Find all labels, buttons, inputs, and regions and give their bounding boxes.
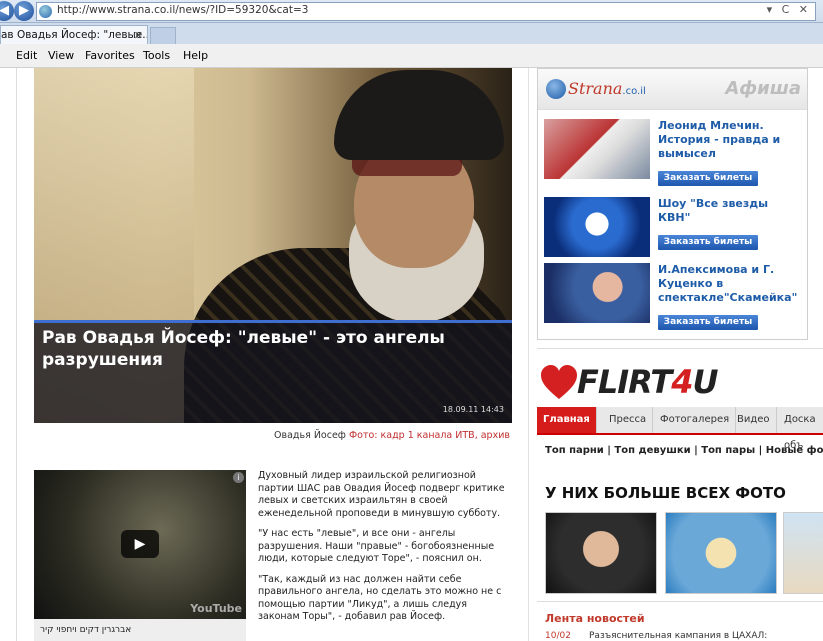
hero-caption: Рав Овадья Йосеф: "левые" - это ангелы р… (34, 320, 512, 423)
flirt4u-widget: FLIRT4U Главная Пресса Фотогалерея Видео… (537, 348, 823, 641)
most-photos-heading: У НИХ БОЛЬШЕ ВСЕХ ФОТО (545, 484, 786, 502)
video-title[interactable]: אברגרין דקים ויחפוי קיר (34, 619, 246, 641)
forward-button[interactable]: ▶ (14, 1, 34, 21)
news-date: 10/02 (545, 631, 571, 641)
tab-title: ав Овадья Йосеф: "левые... (1, 29, 148, 41)
globe-icon (546, 79, 566, 99)
afisha-item: И.Апексимова и Г. Куценко в спектакле"Ск… (544, 263, 802, 330)
hero-image[interactable]: Рав Овадья Йосеф: "левые" - это ангелы р… (34, 68, 512, 423)
afisha-item: Шоу "Все звезды КВН" Заказать билеты (544, 197, 802, 261)
news-item[interactable]: Разъяснительная кампания в ЦАХАЛ: (589, 631, 767, 641)
news-feed: Лента новостей 10/02 Разъяснительная кам… (537, 601, 823, 641)
menu-favorites[interactable]: Favorites (85, 49, 135, 62)
menu-edit[interactable]: Edit (16, 49, 37, 62)
close-tab-icon[interactable]: ✕ (134, 26, 143, 45)
article-paragraph: Духовный лидер израильской религиозной п… (258, 470, 505, 519)
hero-date: 18.09.11 14:43 (442, 405, 504, 414)
afisha-item-image[interactable] (544, 119, 650, 179)
divider (528, 68, 529, 641)
afisha-item-image[interactable] (544, 263, 650, 323)
afisha-item-title[interactable]: Леонид Млечин. История - правда и вымысе… (658, 119, 802, 161)
tab-video[interactable]: Видео (731, 407, 777, 433)
buy-tickets-button[interactable]: Заказать билеты (658, 315, 758, 330)
tab-main[interactable]: Главная (537, 407, 597, 433)
menu-bar: Edit View Favorites Tools Help (0, 44, 823, 68)
afisha-item: Леонид Млечин. История - правда и вымысе… (544, 119, 802, 186)
afisha-widget: Strana.co.il Афиша Леонид Млечин. Истори… (537, 68, 808, 340)
afisha-item-title[interactable]: И.Апексимова и Г. Куценко в спектакле"Ск… (658, 263, 802, 305)
article-paragraph: "У нас есть "левые", и все они - ангелы … (258, 528, 495, 564)
page-content: Рав Овадья Йосеф: "левые" - это ангелы р… (0, 68, 823, 641)
url-box[interactable]: http://www.strana.co.il/news/?ID=59320&c… (36, 2, 816, 21)
tab-board[interactable]: Доска объ (778, 407, 823, 451)
profile-photo[interactable] (545, 512, 657, 594)
afisha-item-image[interactable] (544, 197, 650, 257)
flirt-tabs: Главная Пресса Фотогалерея Видео Доска о… (537, 407, 823, 451)
new-tab-button[interactable] (150, 27, 176, 45)
youtube-logo[interactable]: YouTube (190, 602, 242, 615)
flirt4u-logo[interactable]: FLIRT4U (577, 363, 718, 401)
article-body: Духовный лидер израильской религиозной п… (258, 470, 510, 632)
photo-credit: Овадья Йосеф Фото: кадр 1 канала ИТВ, ар… (260, 430, 510, 441)
url-controls[interactable]: ▾ C ✕ (767, 3, 811, 16)
info-icon[interactable]: i (233, 472, 244, 483)
menu-help[interactable]: Help (183, 49, 208, 62)
globe-icon (39, 5, 52, 18)
strana-logo[interactable]: Strana.co.il (546, 79, 646, 99)
address-bar: ◀ ▶ http://www.strana.co.il/news/?ID=593… (0, 0, 823, 23)
hero-title[interactable]: Рав Овадья Йосеф: "левые" - это ангелы р… (42, 327, 462, 371)
news-feed-heading[interactable]: Лента новостей (545, 612, 645, 625)
video-player[interactable]: i ▶ YouTube אברגרין דקים ויחפוי קיר (34, 470, 246, 641)
url-text[interactable]: http://www.strana.co.il/news/?ID=59320&c… (57, 4, 308, 16)
heart-icon (541, 365, 577, 399)
tab-press[interactable]: Пресса (603, 407, 654, 433)
play-icon[interactable]: ▶ (121, 530, 159, 558)
divider (16, 68, 17, 641)
article-paragraph: "Так, каждый из нас должен найти себе пр… (258, 573, 502, 623)
menu-view[interactable]: View (48, 49, 74, 62)
tab-photogallery[interactable]: Фотогалерея (654, 407, 737, 433)
tab-bar: ав Овадья Йосеф: "левые... ✕ (0, 23, 823, 45)
back-button[interactable]: ◀ (0, 1, 14, 21)
afisha-header: Strana.co.il Афиша (538, 69, 807, 110)
credit-source: Фото: кадр 1 канала ИТВ, архив (348, 430, 510, 441)
profile-photo[interactable] (665, 512, 777, 594)
afisha-item-title[interactable]: Шоу "Все звезды КВН" (658, 197, 802, 225)
browser-tab[interactable]: ав Овадья Йосеф: "левые... ✕ (0, 25, 148, 45)
top-links[interactable]: Топ парни | Топ девушки | Топ пары | Нов… (545, 445, 823, 456)
credit-name: Овадья Йосеф (274, 430, 346, 441)
menu-tools[interactable]: Tools (143, 49, 170, 62)
profile-photo[interactable] (783, 512, 823, 594)
afisha-heading: Афиша (725, 78, 801, 99)
buy-tickets-button[interactable]: Заказать билеты (658, 171, 758, 186)
buy-tickets-button[interactable]: Заказать билеты (658, 235, 758, 250)
